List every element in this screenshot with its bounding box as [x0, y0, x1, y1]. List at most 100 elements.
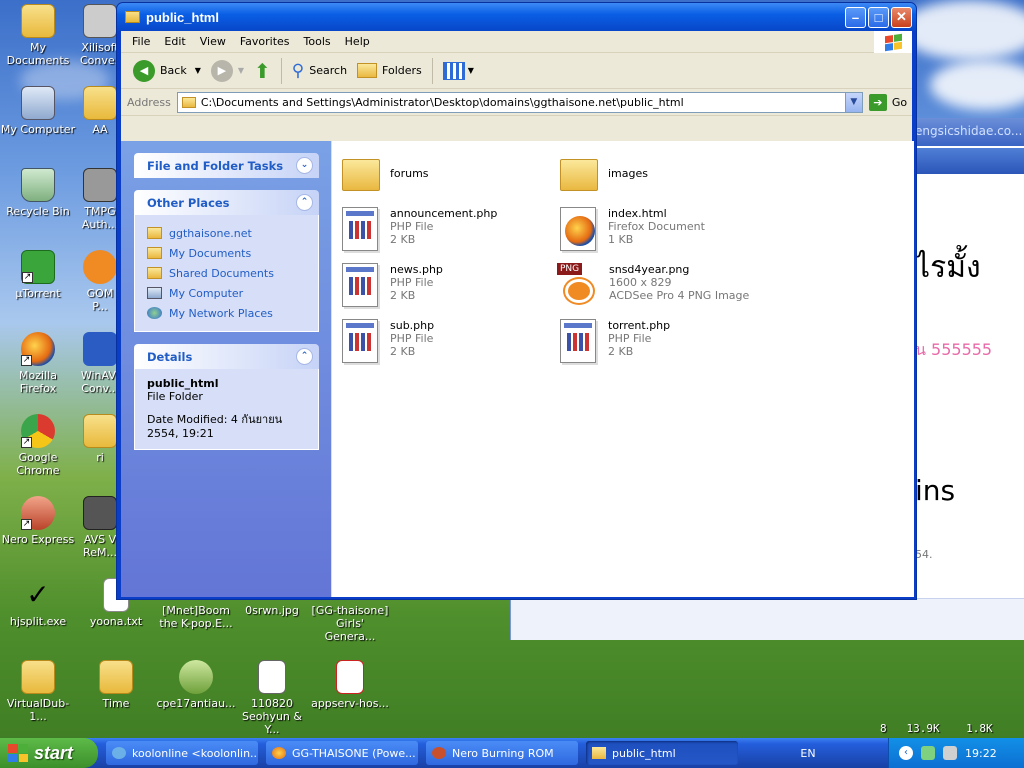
dropdown-arrow-icon[interactable]: ▼ — [238, 66, 244, 75]
views-button[interactable]: ▼ — [439, 57, 478, 85]
details-header[interactable]: Details ⌃ — [134, 344, 319, 369]
file-item-index-html[interactable]: index.html Firefox Document 1 KB — [560, 207, 760, 251]
firefox-document-icon — [560, 207, 596, 251]
desktop-icon-chrome[interactable]: ↗ Google Chrome — [0, 414, 76, 477]
clock[interactable]: 19:22 — [965, 747, 997, 760]
menu-edit[interactable]: Edit — [157, 35, 192, 48]
title-bar[interactable]: public_html – □ ✕ — [117, 3, 916, 31]
file-item-images[interactable]: images — [560, 153, 760, 195]
folders-button[interactable]: Folders — [353, 57, 426, 85]
tray-arrow-icon[interactable]: ‹ — [899, 746, 913, 760]
desktop-icon-time[interactable]: Time — [78, 660, 154, 710]
desktop-icon-ri[interactable]: ri — [80, 414, 120, 464]
desktop-icon-utorrent[interactable]: ↗ µTorrent — [0, 250, 76, 300]
php-file-icon — [342, 263, 378, 307]
up-folder-button[interactable]: ⬆ — [250, 57, 275, 85]
desktop-icon-appserv[interactable]: appserv-hos... — [310, 660, 390, 710]
task-koolonline[interactable]: koolonline <koolonlin... — [106, 741, 258, 765]
desktop-icon-recycle-bin[interactable]: Recycle Bin — [0, 168, 76, 218]
desktop-icon-virtualdub[interactable]: VirtualDub-1... — [0, 660, 76, 723]
chevron-up-icon[interactable]: ⌃ — [296, 194, 313, 211]
taskbar: start koolonline <koolonlin... GG-THAISO… — [0, 738, 1024, 768]
start-button[interactable]: start — [0, 738, 98, 768]
desktop-icon-mnet-boom[interactable]: [Mnet]Boom the K-pop.E... — [156, 604, 236, 630]
desktop-icon-gom[interactable]: GOM P... — [80, 250, 120, 313]
explorer-window[interactable]: public_html – □ ✕ File Edit View Favorit… — [116, 2, 917, 600]
desktop-icon-xilisoft[interactable]: Xilisoft Conve... — [80, 4, 120, 67]
views-icon — [442, 61, 465, 80]
dropdown-arrow-icon[interactable]: ▼ — [468, 66, 474, 75]
file-folder-tasks-header[interactable]: File and Folder Tasks ⌄ — [134, 153, 319, 178]
folder-icon — [560, 159, 598, 191]
file-item-sub-php[interactable]: sub.php PHP File 2 KB — [342, 319, 542, 363]
background-emoticon-toolbar[interactable] — [511, 598, 1024, 640]
search-button[interactable]: ⚲ Search — [288, 57, 351, 85]
task-public-html[interactable]: public_html — [586, 741, 738, 765]
place-link-my-documents[interactable]: My Documents — [147, 243, 306, 263]
php-file-icon — [342, 319, 378, 363]
file-item-news-php[interactable]: news.php PHP File 2 KB — [342, 263, 542, 307]
desktop-icon-hjsplit[interactable]: ✓ hjsplit.exe — [0, 578, 76, 628]
file-item-snsd4year-png[interactable]: PNG snsd4year.png 1600 x 829 ACDSee Pro 4 P… — [557, 263, 797, 305]
folder-icon — [342, 159, 380, 191]
go-button[interactable]: ➔ Go — [868, 93, 907, 111]
volume-icon[interactable] — [943, 746, 957, 760]
desktop-icon-0srwn-jpg[interactable]: 0srwn.jpg — [234, 604, 310, 617]
other-places-header[interactable]: Other Places ⌃ — [134, 190, 319, 215]
desktop-icon-110820-seohyun[interactable]: 110820 Seohyun & Y... — [234, 660, 310, 736]
toolbar: ◀ Back ▼ ▶ ▼ ⬆ ⚲ Search Folders ▼ — [121, 53, 912, 89]
minimize-button[interactable]: – — [845, 6, 866, 28]
maximize-button[interactable]: □ — [868, 6, 889, 28]
task-gg-thaisone[interactable]: GG-THAISONE (Powe... — [266, 741, 418, 765]
desktop-icon-avs[interactable]: AVS V ReM... — [80, 496, 120, 559]
toolbar-separator — [280, 57, 282, 84]
desktop-icon-firefox[interactable]: ↗ Mozilla Firefox — [0, 332, 76, 395]
task-nero-burning-rom[interactable]: Nero Burning ROM — [426, 741, 578, 765]
place-link-ggthaisone[interactable]: ggthaisone.net — [147, 223, 306, 243]
winavi-icon — [83, 332, 117, 366]
chevron-up-icon[interactable]: ⌃ — [296, 348, 313, 365]
file-list: forums images announcement.php PHP File 2 … — [331, 141, 914, 597]
dropdown-arrow-icon[interactable]: ▼ — [195, 66, 201, 75]
close-button[interactable]: ✕ — [891, 6, 912, 28]
desktop-icon-my-documents[interactable]: My Documents — [0, 4, 76, 67]
shared-folder-icon — [147, 267, 162, 279]
menu-file[interactable]: File — [125, 35, 157, 48]
desktop-icon-winavi[interactable]: WinAVI Conv... — [80, 332, 120, 395]
desktop-icon-my-computer[interactable]: My Computer — [0, 86, 76, 136]
search-icon: ⚲ — [291, 60, 305, 81]
desktop-icon-nero-express[interactable]: ↗ Nero Express — [0, 496, 76, 546]
address-input[interactable]: C:\Documents and Settings\Administrator\… — [176, 91, 863, 113]
place-link-my-network-places[interactable]: My Network Places — [147, 303, 306, 323]
antivirus-icon[interactable] — [921, 746, 935, 760]
chevron-down-icon[interactable]: ⌄ — [296, 157, 313, 174]
file-item-torrent-php[interactable]: torrent.php PHP File 2 KB — [560, 319, 760, 363]
forward-button[interactable]: ▶ ▼ — [207, 57, 248, 85]
menu-help[interactable]: Help — [338, 35, 377, 48]
desktop-icon-gg-thaisone[interactable]: [GG-thaisone] Girls' Genera... — [310, 604, 390, 643]
menu-tools[interactable]: Tools — [297, 35, 338, 48]
desktop-icon-aa[interactable]: AA — [80, 86, 120, 136]
shortcut-arrow-icon: ↗ — [22, 272, 33, 283]
language-indicator[interactable]: EN — [800, 747, 825, 760]
folder-icon — [147, 227, 162, 239]
background-small-text: 54. — [915, 548, 933, 561]
details-type: File Folder — [147, 390, 203, 403]
folder-icon — [21, 660, 55, 694]
desktop-icon-cpe17[interactable]: cpe17antiau... — [156, 660, 236, 710]
system-tray: ‹ 19:22 — [888, 738, 1024, 768]
network-icon — [147, 307, 162, 319]
place-link-my-computer[interactable]: My Computer — [147, 283, 306, 303]
address-dropdown-icon[interactable]: ▼ — [844, 92, 862, 112]
back-button[interactable]: ◀ Back ▼ — [129, 57, 205, 85]
place-link-shared-documents[interactable]: Shared Documents — [147, 263, 306, 283]
xilisoft-icon — [83, 4, 117, 38]
gom-player-icon — [83, 250, 117, 284]
menu-view[interactable]: View — [193, 35, 233, 48]
desktop-icon-tmpg[interactable]: TMPG Auth... — [80, 168, 120, 231]
up-folder-icon: ⬆ — [254, 58, 271, 83]
menu-favorites[interactable]: Favorites — [233, 35, 297, 48]
utorrent-icon: ↗ — [21, 250, 55, 284]
file-item-announcement-php[interactable]: announcement.php PHP File 2 KB — [342, 207, 542, 251]
file-item-forums[interactable]: forums — [342, 153, 542, 195]
